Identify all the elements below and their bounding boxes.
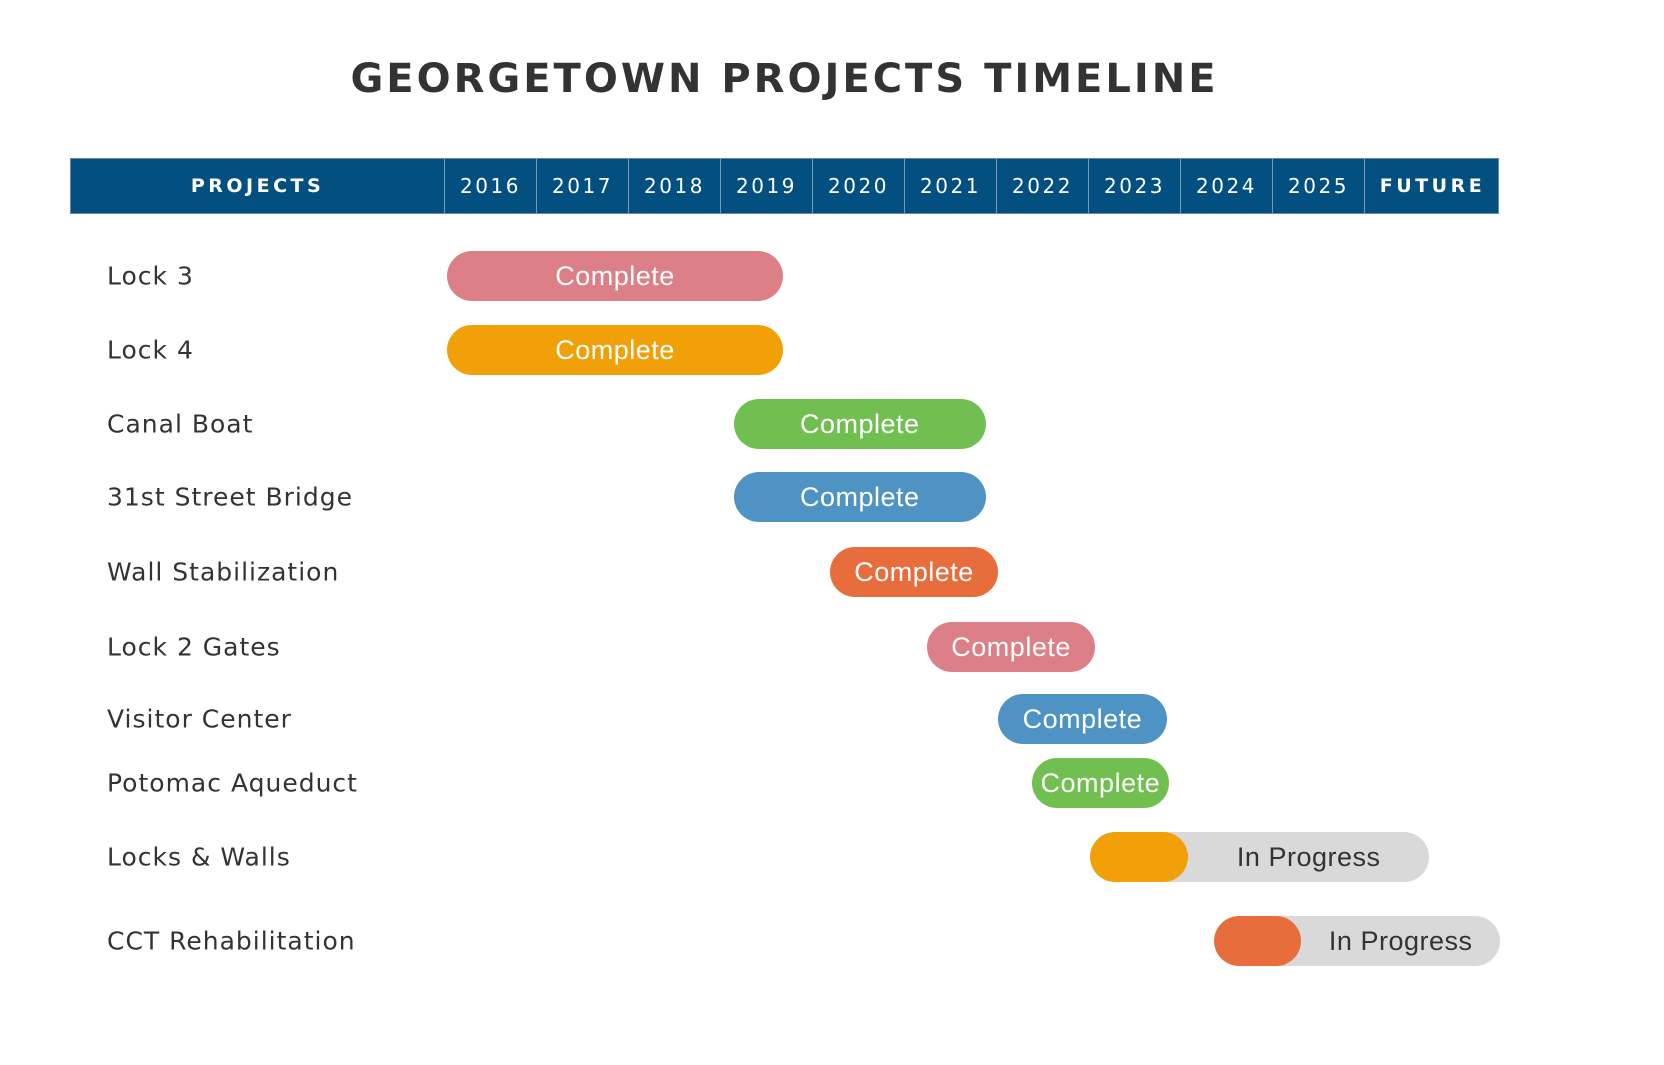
status-label: Complete bbox=[1040, 767, 1161, 798]
status-label: Complete bbox=[1022, 703, 1143, 734]
timeline-header: PROJECTS 2016 2017 2018 2019 2020 2021 2022 202… bbox=[70, 158, 1499, 214]
progress-fill bbox=[1089, 832, 1189, 882]
status-label: Complete bbox=[799, 408, 920, 439]
bar-complete: Complete bbox=[830, 547, 998, 597]
header-column-2022: 2022 bbox=[996, 159, 1088, 213]
status-label: Complete bbox=[799, 481, 920, 512]
bar-complete: Complete bbox=[733, 472, 986, 522]
header-column-2024: 2024 bbox=[1180, 159, 1272, 213]
header-column-2019: 2019 bbox=[720, 159, 812, 213]
status-label: Complete bbox=[555, 334, 675, 365]
header-projects-label: PROJECTS bbox=[190, 175, 325, 197]
project-label: Visitor Center bbox=[107, 704, 292, 734]
project-label: Canal Boat bbox=[107, 409, 254, 439]
bar-complete: Complete bbox=[733, 399, 986, 449]
bar-in-progress: In Progress bbox=[1089, 832, 1430, 882]
project-label: Potomac Aqueduct bbox=[107, 768, 358, 798]
status-label: In Progress bbox=[1328, 925, 1473, 956]
status-label: In Progress bbox=[1236, 841, 1381, 872]
header-column-2017: 2017 bbox=[536, 159, 628, 213]
status-label: Complete bbox=[854, 556, 974, 587]
project-label: Lock 4 bbox=[107, 335, 194, 365]
project-label: Wall Stabilization bbox=[107, 557, 340, 587]
bar-complete: Complete bbox=[997, 694, 1168, 744]
bar-complete: Complete bbox=[446, 251, 784, 301]
project-label: Lock 2 Gates bbox=[107, 632, 281, 662]
progress-fill bbox=[1213, 916, 1302, 966]
bar-complete: Complete bbox=[1031, 758, 1169, 808]
bar-complete: Complete bbox=[446, 325, 784, 375]
header-column-2020: 2020 bbox=[812, 159, 904, 213]
project-label: 31st Street Bridge bbox=[107, 482, 353, 512]
header-column-2025: 2025 bbox=[1272, 159, 1364, 213]
header-column-2023: 2023 bbox=[1088, 159, 1180, 213]
header-column-2021: 2021 bbox=[904, 159, 996, 213]
project-label: Locks & Walls bbox=[107, 842, 291, 872]
project-label: Lock 3 bbox=[107, 261, 194, 291]
header-column-future: FUTURE bbox=[1364, 159, 1500, 213]
project-label: CCT Rehabilitation bbox=[107, 926, 356, 956]
bar-in-progress: In Progress bbox=[1213, 916, 1501, 966]
status-label: Complete bbox=[951, 631, 1071, 662]
header-column-2016: 2016 bbox=[444, 159, 536, 213]
chart-title: GEORGETOWN PROJECTS TIMELINE bbox=[350, 56, 1219, 102]
header-column-2018: 2018 bbox=[628, 159, 720, 213]
bar-complete: Complete bbox=[926, 622, 1096, 672]
status-label: Complete bbox=[555, 260, 675, 291]
